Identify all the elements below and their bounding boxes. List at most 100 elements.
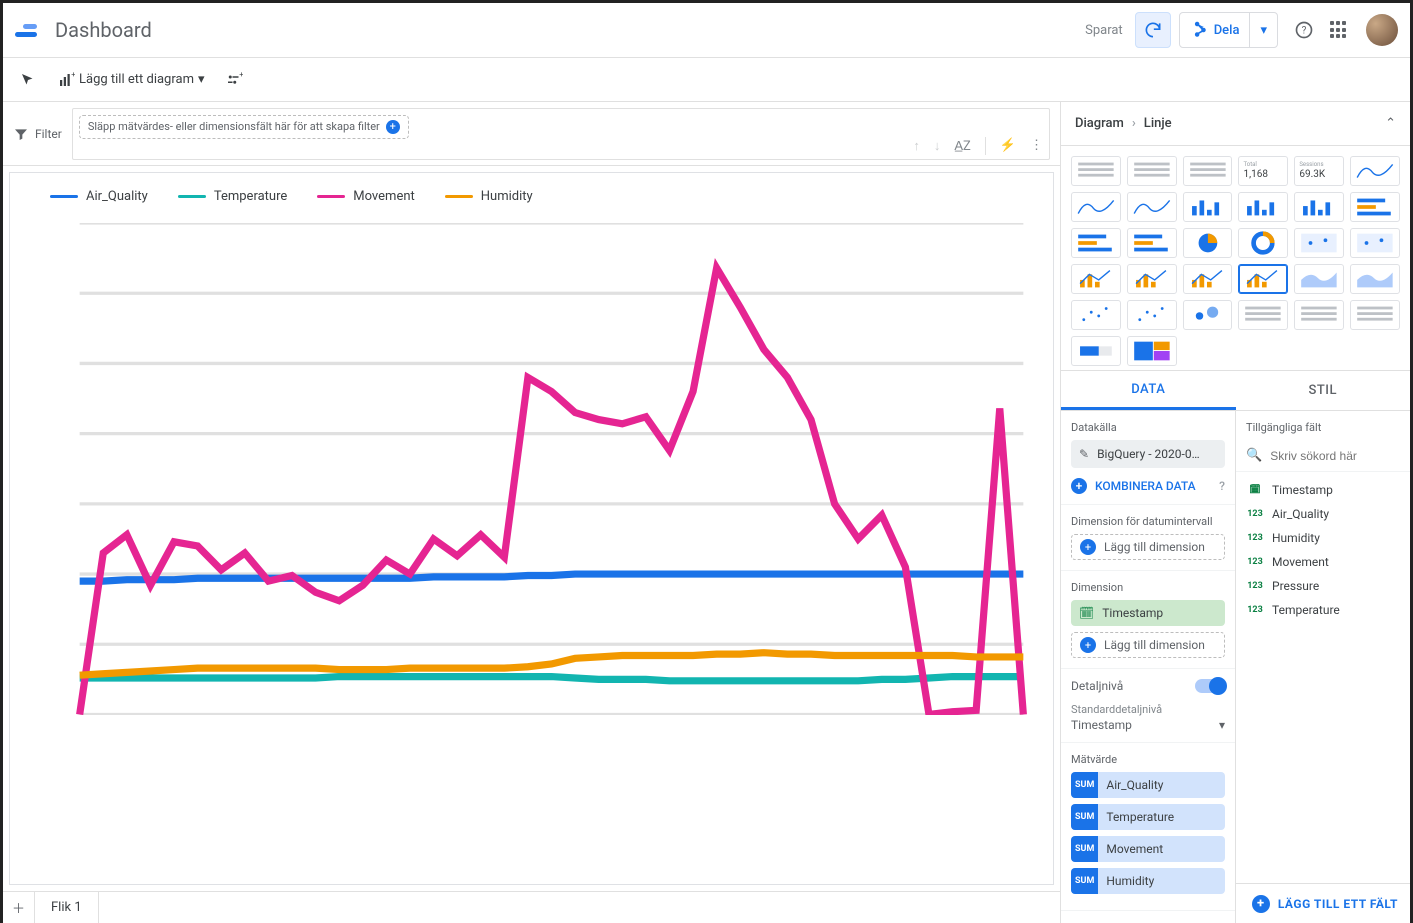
arrow-down-icon[interactable]: ↓ — [934, 138, 941, 154]
thumb-scatter[interactable] — [1071, 300, 1121, 330]
footer-tabs: ＋ Flik 1 — [3, 891, 1060, 923]
thumb-table[interactable] — [1294, 300, 1344, 330]
field-item[interactable]: 123Pressure — [1240, 574, 1406, 598]
chart-card[interactable]: Air_Quality Temperature Movement Humidit… — [9, 172, 1054, 885]
add-field-button[interactable]: +LÄGG TILL ETT FÄLT — [1236, 883, 1410, 923]
metric-chip[interactable]: SUMAir_Quality — [1071, 772, 1225, 798]
thumb-area[interactable] — [1294, 264, 1344, 294]
crumb-root[interactable]: Diagram — [1075, 116, 1124, 131]
datasource-chip[interactable]: ✎BigQuery - 2020-0… — [1071, 440, 1225, 468]
select-tool[interactable] — [13, 67, 43, 93]
fields-column: Tillgängliga fält 🔍 🗓Timestamp123Air_Qua… — [1236, 411, 1410, 923]
thumb-line[interactable] — [1127, 192, 1177, 222]
thumb-barsH[interactable] — [1127, 228, 1177, 258]
more-icon[interactable]: ⋮ — [1030, 138, 1043, 153]
filter-hint-chip: Släpp mätvärdes- eller dimensionsfält hä… — [79, 115, 409, 139]
refresh-button[interactable] — [1135, 12, 1171, 48]
filter-drop-zone[interactable]: Släpp mätvärdes- eller dimensionsfält hä… — [72, 108, 1050, 160]
share-label: Dela — [1214, 23, 1240, 38]
thumb-spark[interactable] — [1071, 192, 1121, 222]
thumb-scatter[interactable] — [1127, 300, 1177, 330]
metric-chip[interactable]: SUMHumidity — [1071, 868, 1225, 894]
chart-gallery: Total1,168Sessions69.3K — [1061, 146, 1410, 371]
std-detail-select[interactable]: Timestamp▾ — [1071, 718, 1225, 732]
dim-range-label: Dimension för datumintervall — [1071, 515, 1225, 528]
svg-text:+: + — [239, 71, 243, 79]
sort-az-icon[interactable]: A̲Z — [954, 138, 970, 154]
thumb-combo[interactable] — [1127, 264, 1177, 294]
crumb-leaf: Linje — [1144, 116, 1172, 131]
thumb-bars[interactable] — [1183, 192, 1233, 222]
page-tab[interactable]: Flik 1 — [35, 892, 99, 923]
chevron-down-icon: ▾ — [198, 72, 205, 87]
thumb-bars[interactable] — [1238, 192, 1288, 222]
thumb-donut[interactable] — [1238, 228, 1288, 258]
thumb-table[interactable] — [1238, 300, 1288, 330]
thumb-tree[interactable] — [1127, 336, 1177, 366]
add-chart-button[interactable]: + Lägg till ett diagram ▾ — [51, 67, 211, 93]
thumb-combo[interactable] — [1071, 264, 1121, 294]
thumb-combo[interactable] — [1183, 264, 1233, 294]
toolbar: + Lägg till ett diagram ▾ + — [3, 58, 1410, 102]
thumb-scorecard[interactable]: Total1,168 — [1238, 156, 1288, 186]
side-panel: Diagram › Linje ⌃ Total1,168Sessions69.3… — [1060, 102, 1410, 923]
thumb-barsH[interactable] — [1071, 228, 1121, 258]
field-item[interactable]: 123Air_Quality — [1240, 502, 1406, 526]
doc-title[interactable]: Dashboard — [55, 18, 1085, 42]
canvas[interactable]: Air_Quality Temperature Movement Humidit… — [3, 166, 1060, 891]
arrow-up-icon[interactable]: ↑ — [913, 138, 920, 154]
legend: Air_Quality Temperature Movement Humidit… — [10, 173, 1053, 204]
dimension-label: Dimension — [1071, 581, 1225, 594]
collapse-icon[interactable]: ⌃ — [1385, 116, 1396, 131]
thumb-map2[interactable] — [1350, 228, 1400, 258]
add-control-button[interactable]: + — [219, 67, 249, 93]
fields-title: Tillgängliga fält — [1236, 411, 1410, 434]
add-chart-label: Lägg till ett diagram — [79, 72, 194, 87]
add-dimension[interactable]: +Lägg till dimension — [1071, 632, 1225, 658]
tab-style[interactable]: STIL — [1236, 371, 1411, 410]
thumb-gauge[interactable] — [1071, 336, 1121, 366]
share-dropdown[interactable]: ▾ — [1250, 23, 1277, 38]
metric-label: Mätvärde — [1071, 753, 1225, 766]
blend-data-button[interactable]: +KOMBINERA DATA? — [1071, 478, 1225, 494]
field-item[interactable]: 🗓Timestamp — [1240, 478, 1406, 502]
thumb-barsH[interactable] — [1350, 192, 1400, 222]
logo-icon — [15, 16, 43, 44]
chart-plot: 0501001502002503003505 aug. 2020…5 aug. … — [60, 223, 1043, 715]
thumb-table[interactable] — [1071, 156, 1121, 186]
thumb-scorecard[interactable]: Sessions69.3K — [1294, 156, 1344, 186]
tab-data[interactable]: DATA — [1061, 371, 1236, 410]
save-status: Sparat — [1085, 23, 1123, 38]
add-page-button[interactable]: ＋ — [3, 892, 35, 923]
field-search-input[interactable] — [1270, 449, 1410, 463]
avatar[interactable] — [1366, 14, 1398, 46]
thumb-table[interactable] — [1350, 300, 1400, 330]
svg-text:?: ? — [1302, 25, 1307, 36]
field-item[interactable]: 123Movement — [1240, 550, 1406, 574]
thumb-table[interactable] — [1183, 156, 1233, 186]
field-search[interactable]: 🔍 — [1236, 440, 1410, 472]
thumb-area[interactable] — [1350, 264, 1400, 294]
dimension-chip[interactable]: 🗓Timestamp — [1071, 600, 1225, 626]
search-icon: 🔍 — [1246, 448, 1262, 463]
thumb-combo-sel[interactable] — [1238, 264, 1288, 294]
share-button[interactable]: Dela ▾ — [1179, 12, 1278, 48]
thumb-bubble[interactable] — [1183, 300, 1233, 330]
drill-down-toggle[interactable]: Detaljnivå — [1071, 679, 1225, 693]
thumb-table[interactable] — [1127, 156, 1177, 186]
add-date-dimension[interactable]: +Lägg till dimension — [1071, 534, 1225, 560]
apps-icon[interactable] — [1330, 21, 1348, 39]
std-detail-label: Standarddetaljnivå — [1071, 703, 1225, 716]
thumb-map[interactable] — [1294, 228, 1344, 258]
thumb-bars[interactable] — [1294, 192, 1344, 222]
metric-chip[interactable]: SUMMovement — [1071, 836, 1225, 862]
help-button[interactable]: ? — [1286, 12, 1322, 48]
filter-label: Filter — [13, 126, 62, 142]
field-item[interactable]: 123Temperature — [1240, 598, 1406, 622]
bolt-icon[interactable]: ⚡ — [1000, 138, 1016, 153]
metric-chip[interactable]: SUMTemperature — [1071, 804, 1225, 830]
datasource-label: Datakälla — [1071, 421, 1225, 434]
thumb-pie[interactable] — [1183, 228, 1233, 258]
thumb-spark[interactable] — [1350, 156, 1400, 186]
field-item[interactable]: 123Humidity — [1240, 526, 1406, 550]
